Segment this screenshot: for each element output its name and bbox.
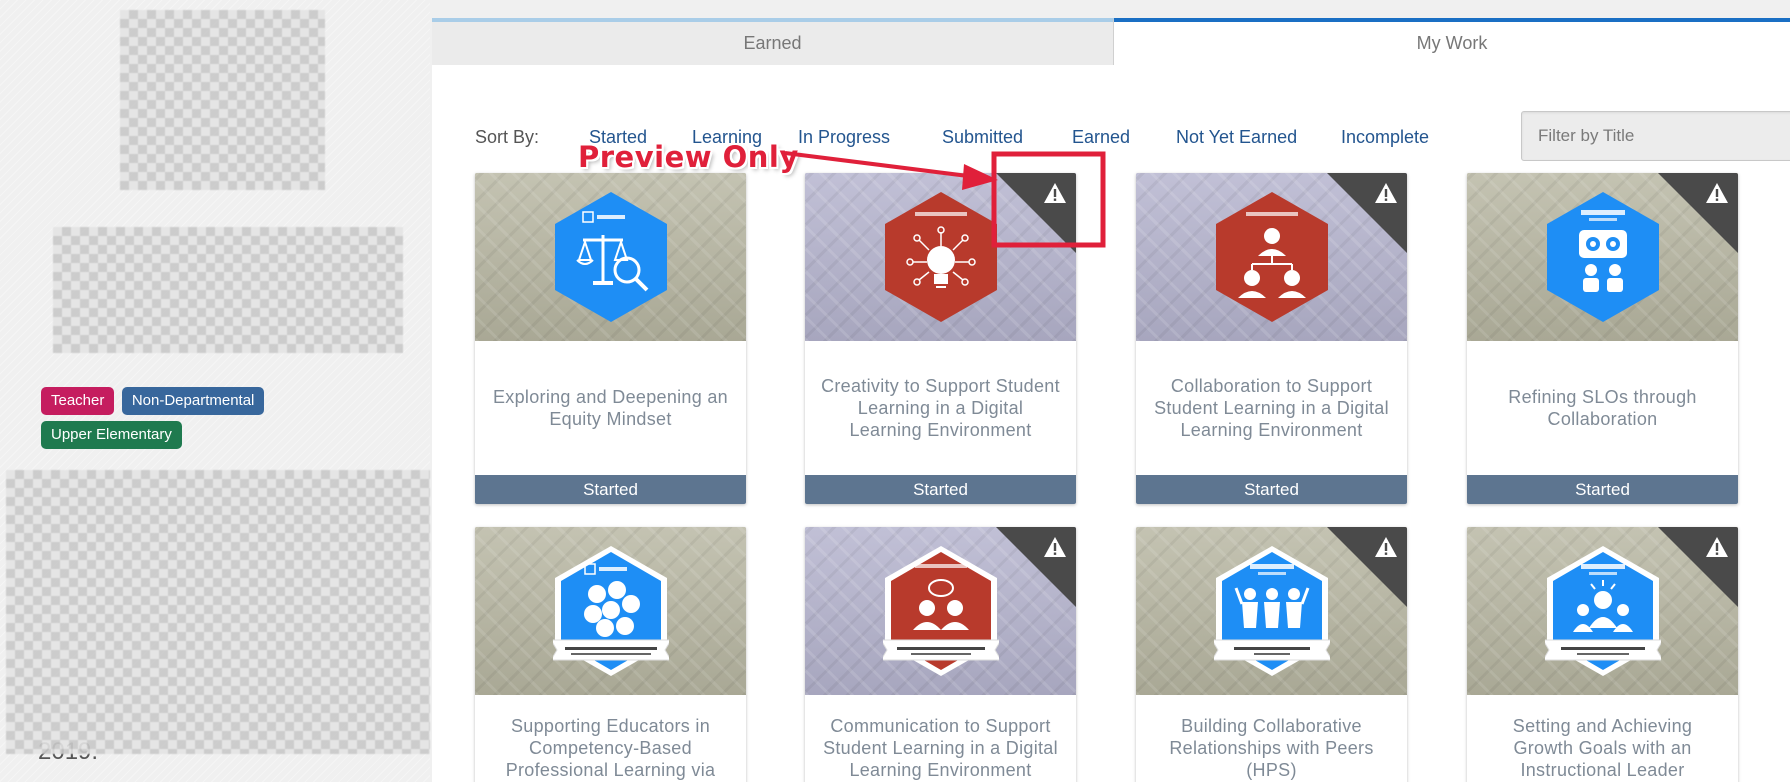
warning-icon[interactable] — [1374, 536, 1398, 558]
badge-image — [1467, 173, 1738, 341]
warning-icon[interactable] — [1043, 536, 1067, 558]
warning-icon[interactable] — [1705, 536, 1729, 558]
warning-icon[interactable] — [1705, 182, 1729, 204]
group-hands-up-icon — [1213, 546, 1330, 676]
badge-title: Communication to Support Student Learnin… — [823, 716, 1058, 780]
main-panel: Earned My Work Sort By: Started Learning… — [432, 18, 1790, 782]
lightbulb-icon — [884, 192, 997, 322]
sort-in-progress[interactable]: In Progress — [798, 127, 890, 148]
badge-title: Building Collaborative Relationships wit… — [1169, 716, 1374, 780]
badge-image — [1136, 527, 1407, 695]
badge-image — [805, 173, 1076, 341]
profile-sidebar: Teacher Non-Departmental Upper Elementar… — [0, 0, 430, 782]
badge-status: Started — [1467, 475, 1738, 504]
speech-people-icon — [882, 546, 999, 676]
gears-people-icon — [1546, 192, 1659, 322]
sort-earned[interactable]: Earned — [1072, 127, 1130, 148]
details-block-redacted — [6, 470, 430, 754]
badge-title: Supporting Educators in Competency-Based… — [505, 716, 716, 780]
filter-title-input[interactable] — [1521, 111, 1790, 161]
badge-card[interactable]: Supporting Educators in Competency-Based… — [475, 527, 746, 782]
tab-earned[interactable]: Earned — [432, 18, 1114, 65]
tag-upper-elementary[interactable]: Upper Elementary — [41, 421, 182, 449]
tag-teacher[interactable]: Teacher — [41, 387, 115, 415]
badge-title: Setting and Achieving Growth Goals with … — [1512, 716, 1693, 780]
people-network-icon — [1215, 192, 1328, 322]
badge-image — [805, 527, 1076, 695]
badge-card[interactable]: Communication to Support Student Learnin… — [805, 527, 1076, 782]
sort-incomplete[interactable]: Incomplete — [1341, 127, 1429, 148]
badge-image — [1136, 173, 1407, 341]
badge-card[interactable]: Creativity to Support Student Learning i… — [805, 173, 1076, 504]
tab-my-work[interactable]: My Work — [1114, 18, 1790, 65]
badge-image — [475, 527, 746, 695]
badge-title: Refining SLOs through Collaboration — [1508, 387, 1697, 429]
name-block-redacted — [53, 227, 403, 353]
badge-card[interactable]: Setting and Achieving Growth Goals with … — [1467, 527, 1738, 782]
preview-only-annotation: Preview Only — [578, 140, 799, 174]
sort-submitted[interactable]: Submitted — [942, 127, 1023, 148]
badge-card[interactable]: Building Collaborative Relationships wit… — [1136, 527, 1407, 782]
badge-title: Collaboration to Support Student Learnin… — [1154, 376, 1389, 440]
badge-status: Started — [1136, 475, 1407, 504]
tab-bar: Earned My Work — [432, 18, 1790, 65]
badge-card[interactable]: Exploring and Deepening an Equity Mindse… — [475, 173, 746, 504]
badge-status: Started — [475, 475, 746, 504]
tag-list: Teacher Non-Departmental Upper Elementar… — [41, 387, 361, 455]
badge-status: Started — [805, 475, 1076, 504]
warning-icon[interactable] — [1374, 182, 1398, 204]
hex-cluster-icon — [552, 546, 669, 676]
badge-card[interactable]: Refining SLOs through Collaboration Star… — [1467, 173, 1738, 504]
tag-non-departmental[interactable]: Non-Departmental — [121, 387, 265, 415]
badge-image — [475, 173, 746, 341]
profile-photo-redacted — [120, 10, 325, 190]
badge-card[interactable]: Collaboration to Support Student Learnin… — [1136, 173, 1407, 504]
scales-magnifier-icon — [554, 192, 667, 322]
leader-team-icon — [1544, 546, 1661, 676]
warning-icon[interactable] — [1043, 182, 1067, 204]
sort-not-yet-earned[interactable]: Not Yet Earned — [1176, 127, 1297, 148]
badge-title: Exploring and Deepening an Equity Mindse… — [493, 387, 728, 429]
badge-image — [1467, 527, 1738, 695]
sort-by-label: Sort By: — [475, 127, 540, 147]
badge-title: Creativity to Support Student Learning i… — [821, 376, 1060, 440]
